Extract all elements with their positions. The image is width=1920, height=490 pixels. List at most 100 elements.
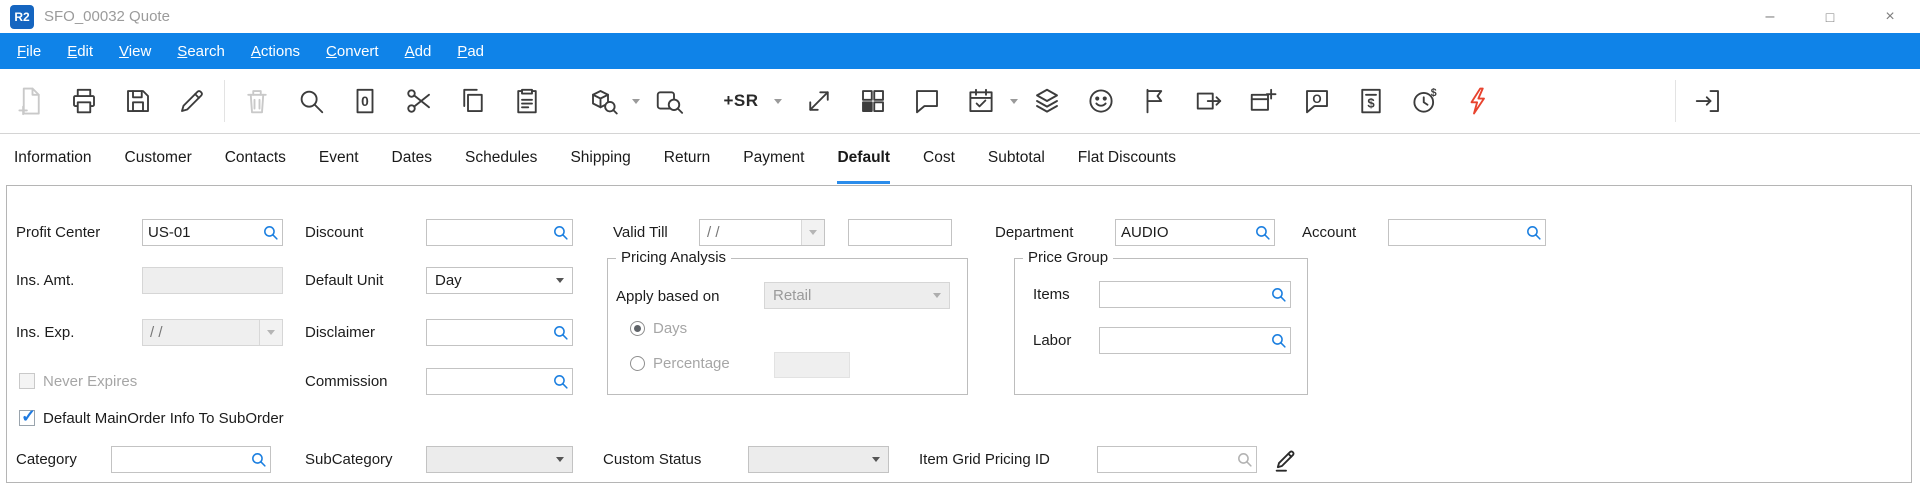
tab-schedules[interactable]: Schedules xyxy=(465,134,537,184)
profit-center-lookup-icon[interactable] xyxy=(260,224,280,241)
item-search-button[interactable] xyxy=(581,76,625,126)
items-field xyxy=(1099,281,1291,308)
menu-view[interactable]: View xyxy=(106,43,164,60)
r2-logo: R2 xyxy=(10,5,34,29)
disclaimer-input[interactable] xyxy=(427,324,550,341)
transfer-icon xyxy=(1194,86,1224,116)
comment-button[interactable] xyxy=(905,76,949,126)
flag-button[interactable] xyxy=(1133,76,1177,126)
calendar-button[interactable] xyxy=(959,76,1003,126)
exit-button[interactable] xyxy=(1686,76,1730,126)
discount-input[interactable] xyxy=(427,224,550,241)
tab-subtotal[interactable]: Subtotal xyxy=(988,134,1045,184)
menu-convert[interactable]: Convert xyxy=(313,43,392,60)
close-button[interactable]: × xyxy=(1860,0,1920,33)
tab-customer[interactable]: Customer xyxy=(125,134,192,184)
copy-button[interactable] xyxy=(451,76,495,126)
add-window-button[interactable] xyxy=(1241,76,1285,126)
labor-lookup-icon[interactable] xyxy=(1268,332,1288,349)
tab-return[interactable]: Return xyxy=(664,134,711,184)
paste-button[interactable] xyxy=(505,76,549,126)
delete-button xyxy=(235,76,279,126)
labor-label: Labor xyxy=(1033,327,1071,354)
tab-dates[interactable]: Dates xyxy=(392,134,433,184)
account-lookup-icon[interactable] xyxy=(1523,224,1543,241)
labor-input[interactable] xyxy=(1100,332,1268,349)
invoice-button[interactable]: $ xyxy=(1349,76,1393,126)
labor-field xyxy=(1099,327,1291,354)
subcategory-select[interactable] xyxy=(426,446,573,473)
department-input[interactable] xyxy=(1116,224,1252,241)
suborder-checkbox[interactable] xyxy=(19,410,35,426)
order-note-button[interactable]: O xyxy=(1295,76,1339,126)
tab-cost[interactable]: Cost xyxy=(923,134,955,184)
menu-actions[interactable]: Actions xyxy=(238,43,313,60)
expand-button[interactable] xyxy=(797,76,841,126)
smiley-button[interactable] xyxy=(1079,76,1123,126)
department-lookup-icon[interactable] xyxy=(1252,224,1272,241)
custom-status-select[interactable] xyxy=(748,446,889,473)
tab-flat-discounts[interactable]: Flat Discounts xyxy=(1078,134,1176,184)
tab-information[interactable]: Information xyxy=(14,134,92,184)
print-button[interactable] xyxy=(62,76,106,126)
smiley-icon xyxy=(1086,86,1116,116)
tab-payment[interactable]: Payment xyxy=(743,134,804,184)
account-input[interactable] xyxy=(1389,224,1523,241)
clock-dollar-icon: $ xyxy=(1410,86,1440,116)
item-search-icon xyxy=(588,86,618,116)
valid-till-dropdown-button[interactable] xyxy=(801,220,824,245)
items-label: Items xyxy=(1033,281,1070,308)
search-icon xyxy=(296,86,326,116)
item-grid-edit-button[interactable] xyxy=(1269,442,1303,476)
menu-edit[interactable]: Edit xyxy=(54,43,106,60)
menu-pad[interactable]: Pad xyxy=(444,43,497,60)
chevron-down-icon xyxy=(556,457,564,462)
layers-button[interactable] xyxy=(1025,76,1069,126)
menu-file[interactable]: File xyxy=(4,43,54,60)
never-expires-checkbox xyxy=(19,373,35,389)
tab-contacts[interactable]: Contacts xyxy=(225,134,286,184)
ins-amt-field xyxy=(142,267,283,294)
advanced-search-button[interactable] xyxy=(647,76,691,126)
profit-center-input[interactable] xyxy=(143,224,260,241)
add-sr-dropdown-icon[interactable] xyxy=(774,76,782,126)
tab-event[interactable]: Event xyxy=(319,134,359,184)
minimize-button[interactable]: – xyxy=(1740,0,1800,33)
tab-default[interactable]: Default xyxy=(837,134,890,184)
tab-shipping[interactable]: Shipping xyxy=(570,134,630,184)
menu-add[interactable]: Add xyxy=(392,43,445,60)
time-dollar-button[interactable]: $ xyxy=(1403,76,1447,126)
category-lookup-icon[interactable] xyxy=(248,451,268,468)
custom-status-label: Custom Status xyxy=(603,446,701,473)
valid-till-datefield[interactable]: / / xyxy=(699,219,825,246)
search-button[interactable] xyxy=(289,76,333,126)
department-label: Department xyxy=(995,219,1073,246)
item-search-dropdown-icon[interactable] xyxy=(632,76,640,126)
valid-till-extra-input[interactable] xyxy=(849,224,949,241)
menu-search[interactable]: Search xyxy=(164,43,238,60)
maximize-button[interactable]: □ xyxy=(1800,0,1860,33)
ins-exp-value: / / xyxy=(143,320,259,345)
edit-button[interactable] xyxy=(170,76,214,126)
app-window: R2 SFO_00032 Quote – □ × File Edit View … xyxy=(0,0,1920,490)
commission-input[interactable] xyxy=(427,373,550,390)
default-unit-select[interactable]: Day xyxy=(426,267,573,294)
items-input[interactable] xyxy=(1100,286,1268,303)
transfer-button[interactable] xyxy=(1187,76,1231,126)
add-sr-button[interactable]: +SR xyxy=(715,76,767,126)
discount-lookup-icon[interactable] xyxy=(550,224,570,241)
record-count-button[interactable]: 0 xyxy=(343,76,387,126)
layout-grid-button[interactable] xyxy=(851,76,895,126)
cut-button[interactable] xyxy=(397,76,441,126)
item-grid-pricing-id-input[interactable] xyxy=(1098,451,1234,468)
save-button[interactable] xyxy=(116,76,160,126)
valid-till-label: Valid Till xyxy=(613,219,668,246)
calendar-dropdown-icon[interactable] xyxy=(1010,76,1018,126)
items-lookup-icon[interactable] xyxy=(1268,286,1288,303)
disclaimer-lookup-icon[interactable] xyxy=(550,324,570,341)
commission-lookup-icon[interactable] xyxy=(550,373,570,390)
category-input[interactable] xyxy=(112,451,248,468)
lightning-button[interactable] xyxy=(1457,76,1501,126)
window-title: SFO_00032 Quote xyxy=(44,8,170,25)
save-icon xyxy=(123,86,153,116)
